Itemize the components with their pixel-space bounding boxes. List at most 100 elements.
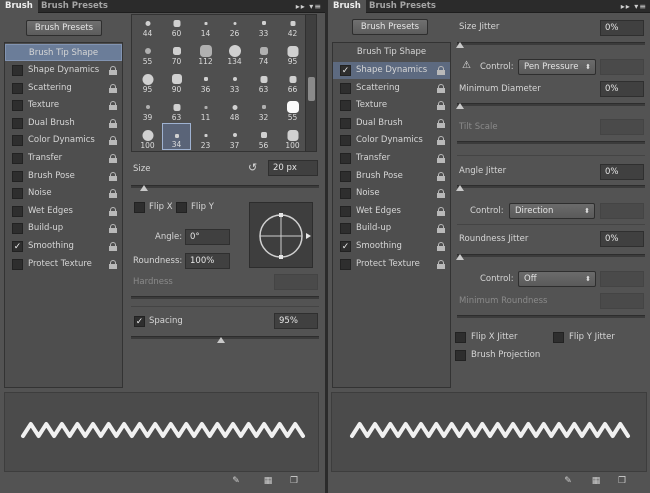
brush-presets-button[interactable]: Brush Presets <box>352 19 428 35</box>
list-item-checkbox[interactable]: ✓ <box>340 241 351 252</box>
roundness-jitter-slider[interactable] <box>457 254 645 257</box>
brush-presets-button[interactable]: Brush Presets <box>26 20 102 36</box>
brush-projection-checkbox[interactable] <box>455 350 466 361</box>
lock-icon[interactable] <box>109 154 117 163</box>
toggle-live-tip-icon[interactable]: ✎ <box>230 476 242 487</box>
list-item-checkbox[interactable] <box>12 223 23 235</box>
list-item-build-up[interactable]: Build-up <box>333 220 450 237</box>
list-item-checkbox[interactable]: ✓ <box>340 65 351 76</box>
list-item-checkbox[interactable] <box>12 170 23 182</box>
minimum-diameter-knob[interactable] <box>456 103 464 109</box>
brush-tip-cell[interactable]: 26 <box>220 11 249 38</box>
brush-tip-cell[interactable]: 34 <box>162 123 191 150</box>
list-item-checkbox[interactable] <box>12 153 23 164</box>
brush-tip-cell[interactable]: 100 <box>278 123 307 150</box>
lock-icon[interactable] <box>437 136 445 146</box>
brush-tip-cell[interactable]: 44 <box>133 11 162 38</box>
list-item-dual-brush[interactable]: Dual Brush <box>333 115 450 132</box>
list-item-checkbox[interactable] <box>340 258 351 270</box>
roundness-jitter-knob[interactable] <box>456 254 464 260</box>
list-item-texture[interactable]: Texture <box>5 97 122 114</box>
list-item-brush-tip-shape[interactable]: Brush Tip Shape <box>5 44 122 61</box>
list-item-checkbox[interactable] <box>340 100 351 112</box>
brush-tip-cell[interactable]: 14 <box>191 11 220 38</box>
lock-icon[interactable] <box>437 83 445 93</box>
list-item-checkbox[interactable] <box>12 135 23 147</box>
brush-tip-cell[interactable]: 70 <box>162 39 191 66</box>
list-item-checkbox[interactable] <box>340 223 351 235</box>
brush-tip-cell[interactable]: 100 <box>133 123 162 150</box>
lock-icon[interactable] <box>109 171 117 181</box>
brush-tip-cell[interactable]: 48 <box>220 95 249 122</box>
list-item-checkbox[interactable] <box>12 117 23 129</box>
angle-roundness-widget[interactable] <box>249 202 313 268</box>
tab-brush[interactable]: Brush <box>328 0 366 13</box>
brush-tip-cell[interactable]: 37 <box>220 123 249 150</box>
brush-tip-cell[interactable]: 55 <box>133 39 162 66</box>
list-item-transfer[interactable]: Transfer <box>333 150 450 167</box>
size-jitter-field[interactable]: 0% <box>600 20 644 36</box>
spacing-slider-knob[interactable] <box>217 337 226 343</box>
brush-tip-cell[interactable]: 11 <box>191 95 220 122</box>
lock-icon[interactable] <box>109 136 117 146</box>
lock-icon[interactable] <box>437 224 445 234</box>
brush-tip-cell[interactable]: 23 <box>191 123 220 150</box>
list-item-checkbox[interactable] <box>340 82 351 94</box>
minimum-diameter-field[interactable]: 0% <box>600 81 644 97</box>
list-item-wet-edges[interactable]: Wet Edges <box>333 203 450 220</box>
brush-tip-cell[interactable]: 95 <box>133 67 162 94</box>
brush-tip-cell[interactable]: 33 <box>220 67 249 94</box>
list-item-scattering[interactable]: Scattering <box>333 80 450 97</box>
brush-tip-cell[interactable]: 36 <box>191 67 220 94</box>
list-item-protect-texture[interactable]: Protect Texture <box>5 256 122 273</box>
lock-icon[interactable] <box>437 242 445 251</box>
lock-icon[interactable] <box>437 259 445 269</box>
reset-size-icon[interactable]: ↺ <box>248 162 257 173</box>
lock-icon[interactable] <box>437 66 445 75</box>
brush-tip-cell[interactable]: 56 <box>249 123 278 150</box>
lock-icon[interactable] <box>109 259 117 269</box>
brush-grid-scrollbar[interactable] <box>305 14 317 152</box>
size-jitter-slider[interactable] <box>457 42 645 45</box>
lock-icon[interactable] <box>437 118 445 128</box>
list-item-shape-dynamics[interactable]: Shape Dynamics <box>5 62 122 79</box>
size-jitter-knob[interactable] <box>456 42 464 48</box>
brush-tip-cell[interactable]: 63 <box>249 67 278 94</box>
list-item-checkbox[interactable] <box>340 170 351 182</box>
list-item-color-dynamics[interactable]: Color Dynamics <box>5 132 122 149</box>
list-item-smoothing[interactable]: ✓ Smoothing <box>5 238 122 255</box>
brush-tip-cell[interactable]: 66 <box>278 67 307 94</box>
list-item-scattering[interactable]: Scattering <box>5 80 122 97</box>
spacing-checkbox[interactable]: ✓ <box>134 316 145 327</box>
angle-jitter-knob[interactable] <box>456 185 464 191</box>
lock-icon[interactable] <box>437 171 445 181</box>
list-item-shape-dynamics[interactable]: ✓ Shape Dynamics <box>333 62 450 79</box>
size-slider[interactable] <box>131 185 319 188</box>
list-item-checkbox[interactable] <box>340 117 351 129</box>
list-item-checkbox[interactable] <box>340 135 351 147</box>
list-item-checkbox[interactable] <box>12 205 23 217</box>
brush-tip-cell[interactable]: 55 <box>278 95 307 122</box>
list-item-brush-tip-shape[interactable]: Brush Tip Shape <box>333 44 450 61</box>
lock-icon[interactable] <box>109 83 117 93</box>
size-slider-knob[interactable] <box>140 185 149 191</box>
control-select-angle[interactable]: Direction ⬍ <box>509 203 595 219</box>
list-item-checkbox[interactable] <box>340 205 351 217</box>
list-item-brush-pose[interactable]: Brush Pose <box>333 168 450 185</box>
brush-tip-cell[interactable]: 95 <box>278 39 307 66</box>
control-select-size[interactable]: Pen Pressure ⬍ <box>518 59 596 75</box>
lock-icon[interactable] <box>437 189 445 199</box>
lock-icon[interactable] <box>437 206 445 216</box>
lock-icon[interactable] <box>437 101 445 111</box>
list-item-wet-edges[interactable]: Wet Edges <box>5 203 122 220</box>
angle-jitter-slider[interactable] <box>457 185 645 188</box>
spacing-field[interactable]: 95% <box>274 313 318 329</box>
list-item-brush-pose[interactable]: Brush Pose <box>5 168 122 185</box>
brush-tip-cell[interactable]: 39 <box>133 95 162 122</box>
brush-tip-cell[interactable]: 60 <box>162 11 191 38</box>
brush-tip-grid[interactable]: 44 60 14 26 33 42 55 70 112 134 74 95 95 90 36 33 63 66 39… <box>131 14 306 152</box>
tab-brush-presets[interactable]: Brush Presets <box>364 0 441 13</box>
minimum-diameter-slider[interactable] <box>457 103 645 106</box>
flip-x-checkbox[interactable] <box>134 202 145 213</box>
lock-icon[interactable] <box>109 118 117 128</box>
